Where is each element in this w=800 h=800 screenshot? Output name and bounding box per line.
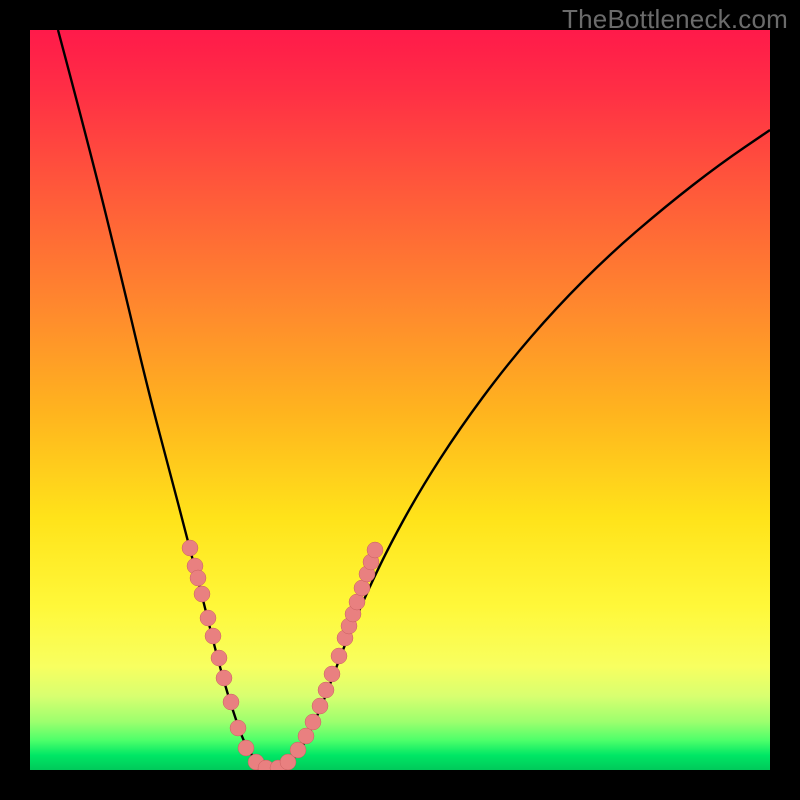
outer-frame: TheBottleneck.com xyxy=(0,0,800,800)
highlight-dot xyxy=(200,610,216,626)
highlight-dot xyxy=(298,728,314,744)
chart-svg xyxy=(30,30,770,770)
highlight-dot xyxy=(230,720,246,736)
left-branch-curve xyxy=(58,30,272,770)
highlight-dot xyxy=(223,694,239,710)
plot-area xyxy=(30,30,770,770)
highlight-dot xyxy=(367,542,383,558)
highlight-dot xyxy=(211,650,227,666)
highlight-dot xyxy=(290,742,306,758)
highlight-dot xyxy=(324,666,340,682)
highlight-dot xyxy=(354,580,370,596)
right-branch-curve xyxy=(272,130,770,770)
highlight-dot xyxy=(216,670,232,686)
highlight-dots-group xyxy=(182,540,383,770)
highlight-dot xyxy=(238,740,254,756)
highlight-dot xyxy=(194,586,210,602)
highlight-dot xyxy=(331,648,347,664)
highlight-dot xyxy=(190,570,206,586)
highlight-dot xyxy=(318,682,334,698)
highlight-dot xyxy=(312,698,328,714)
highlight-dot xyxy=(349,594,365,610)
highlight-dot xyxy=(305,714,321,730)
highlight-dot xyxy=(182,540,198,556)
highlight-dot xyxy=(205,628,221,644)
